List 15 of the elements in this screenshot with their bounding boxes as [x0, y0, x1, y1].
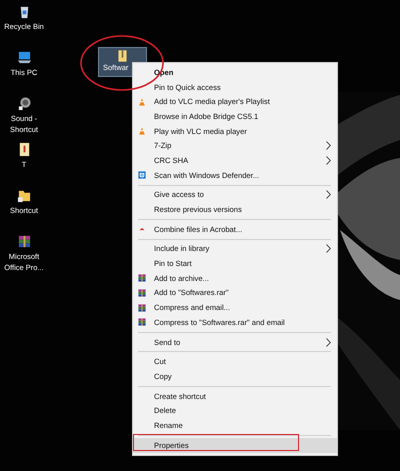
traffic-cone-icon: [138, 98, 146, 106]
speaker-icon[interactable]: [16, 96, 32, 111]
archive-icon[interactable]: [16, 234, 32, 249]
archive-icon: [138, 288, 146, 297]
traffic-cone-icon: [138, 127, 146, 136]
archive-icon: [138, 304, 146, 312]
folder-icon[interactable]: [16, 188, 32, 203]
shield-icon: [138, 171, 146, 180]
computer-icon[interactable]: [16, 50, 32, 65]
chevron-right-icon: [326, 190, 331, 200]
chevron-right-icon: [326, 244, 331, 254]
archive-icon: [138, 318, 146, 326]
archive-icon: [138, 274, 146, 282]
chevron-right-icon: [326, 338, 331, 347]
zipped-folder-icon: [116, 49, 129, 63]
